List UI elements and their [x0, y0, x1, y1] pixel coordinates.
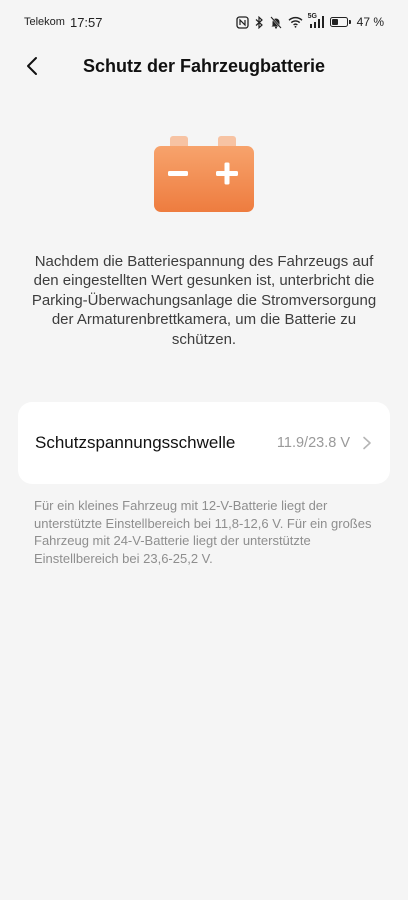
nfc-icon	[235, 15, 249, 29]
chevron-left-icon	[27, 57, 37, 75]
voltage-range-hint: Für ein kleines Fahrzeug mit 12-V-Batter…	[34, 498, 372, 566]
status-bar: Telekom 17:57 5G 47 %	[0, 0, 408, 44]
car-battery-icon	[152, 136, 256, 216]
app-header: Schutz der Fahrzeugbatterie	[0, 44, 408, 88]
setting-label: Schutzspannungsschwelle	[35, 433, 236, 452]
battery-icon	[329, 17, 351, 27]
wifi-icon	[288, 16, 303, 28]
setting-value: 11.9/23.8 V	[276, 435, 350, 451]
carrier-name: Telekom	[24, 16, 65, 28]
bluetooth-icon	[255, 15, 264, 29]
cellular-signal-icon: 5G	[307, 13, 324, 28]
back-button[interactable]	[18, 52, 46, 80]
protection-voltage-threshold-setting[interactable]: Schutzspannungsschwelle 11.9/23.8 V	[18, 402, 390, 484]
page-title: Schutz der Fahrzeugbatterie	[82, 55, 326, 76]
chevron-right-icon	[363, 436, 371, 450]
status-left: Telekom 17:57	[24, 15, 103, 30]
mute-bell-icon	[269, 15, 282, 29]
feature-description: Nachdem die Batteriespannung des Fahrzeu…	[31, 253, 377, 348]
battery-level-fill	[331, 19, 338, 25]
status-time: 17:57	[69, 14, 103, 30]
status-right: 5G 47 %	[235, 13, 384, 29]
network-type-label: 5G	[307, 13, 317, 20]
battery-percent: 47 %	[356, 15, 384, 29]
